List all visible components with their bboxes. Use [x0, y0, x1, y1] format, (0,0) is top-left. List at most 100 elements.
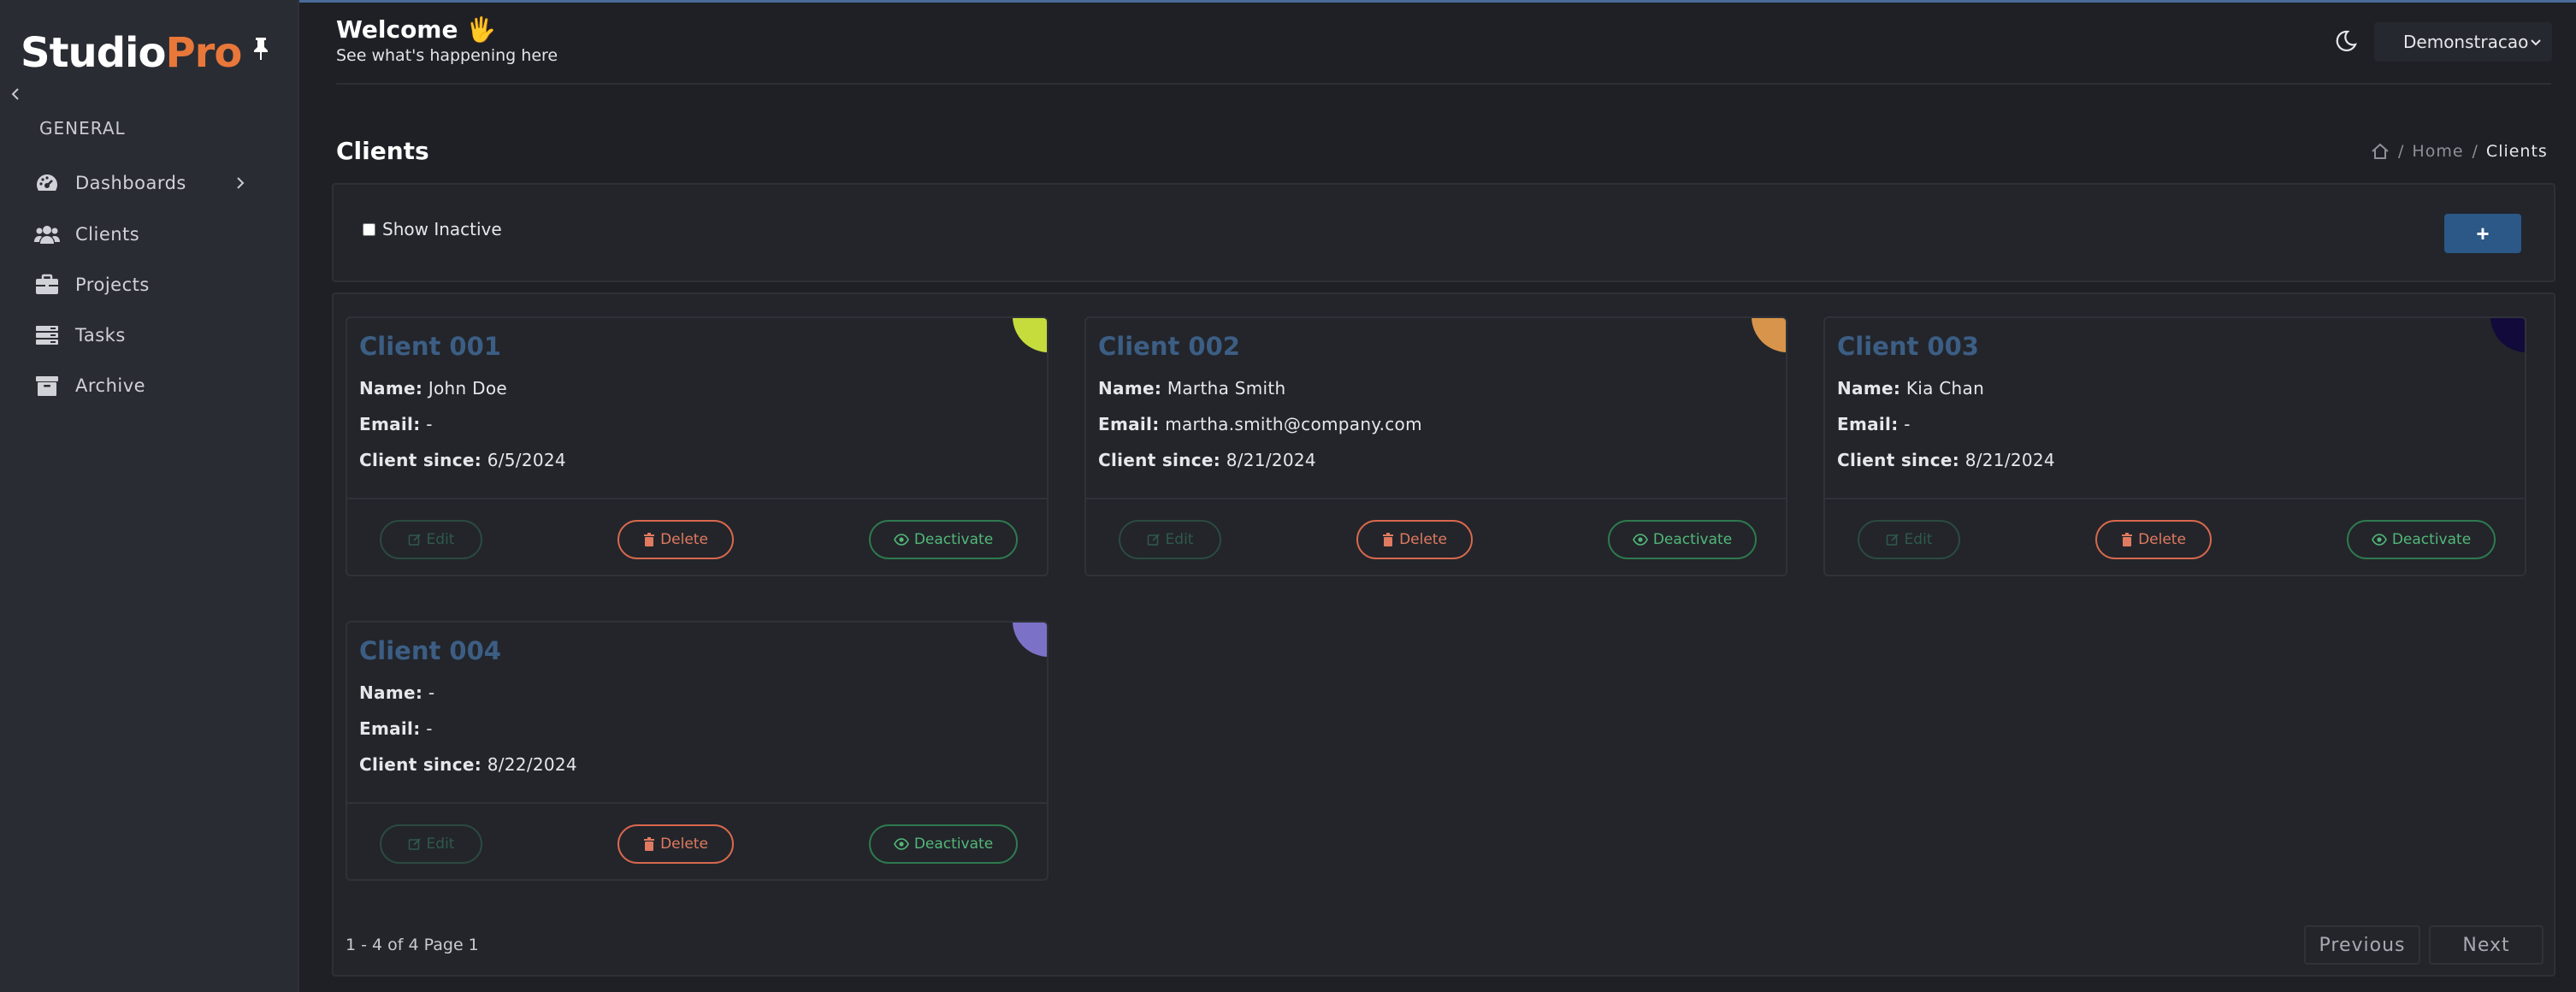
sidebar-item-dashboards[interactable]: Dashboards	[0, 159, 291, 207]
email-label: Email:	[359, 414, 421, 434]
client-email-row: Email: martha.smith@company.com	[1098, 414, 1422, 434]
eye-icon	[1632, 534, 1648, 546]
edit-button[interactable]: Edit	[1119, 520, 1221, 559]
client-email: -	[1904, 414, 1911, 434]
client-name-row: Name: Martha Smith	[1098, 378, 1286, 399]
edit-button[interactable]: Edit	[380, 520, 482, 559]
client-email: -	[426, 414, 433, 434]
delete-button[interactable]: Delete	[1356, 520, 1473, 559]
breadcrumb-home-link[interactable]: Home	[2412, 142, 2463, 161]
client-name: -	[428, 682, 435, 703]
sidebar-item-label: Dashboards	[75, 173, 186, 193]
breadcrumb: / Home / Clients	[2371, 142, 2548, 161]
client-email: martha.smith@company.com	[1165, 414, 1422, 434]
delete-label: Delete	[2138, 531, 2186, 548]
collapse-sidebar-icon[interactable]	[9, 84, 22, 104]
edit-button[interactable]: Edit	[1858, 520, 1960, 559]
header-divider	[336, 83, 2551, 85]
name-label: Name:	[359, 682, 423, 703]
delete-button[interactable]: Delete	[2095, 520, 2212, 559]
sidebar: StudioPro GENERAL Dashboards Clients Pro…	[0, 0, 299, 992]
home-icon[interactable]	[2371, 142, 2390, 161]
welcome-subtitle: See what's happening here	[336, 46, 558, 65]
name-label: Name:	[1837, 378, 1901, 399]
pagination-summary: 1 - 4 of 4 Page 1	[346, 936, 479, 954]
client-email-row: Email: -	[1837, 414, 1911, 434]
client-card: Client 004 Name: - Email: - Client since…	[346, 621, 1049, 881]
trash-icon	[1383, 533, 1394, 546]
page-title: Clients	[336, 137, 429, 165]
deactivate-button[interactable]: Deactivate	[869, 824, 1018, 864]
user-dropdown[interactable]: Demonstracao	[2374, 22, 2552, 62]
client-since-row: Client since: 6/5/2024	[359, 450, 566, 470]
deactivate-button[interactable]: Deactivate	[869, 520, 1018, 559]
since-label: Client since:	[1837, 450, 1960, 470]
card-divider	[1086, 498, 1786, 499]
deactivate-label: Deactivate	[913, 531, 994, 548]
sidebar-item-projects[interactable]: Projects	[0, 261, 291, 309]
edit-label: Edit	[1904, 531, 1933, 548]
client-since-row: Client since: 8/22/2024	[359, 754, 577, 775]
client-email-row: Email: -	[359, 718, 433, 739]
breadcrumb-separator: /	[2472, 142, 2478, 161]
client-name-row: Name: Kia Chan	[1837, 378, 1984, 399]
sidebar-item-archive[interactable]: Archive	[0, 362, 291, 410]
sidebar-item-label: Archive	[75, 375, 146, 396]
breadcrumb-current: Clients	[2485, 142, 2548, 161]
sidebar-item-clients[interactable]: Clients	[0, 210, 291, 258]
edit-label: Edit	[426, 836, 455, 853]
deactivate-label: Deactivate	[2391, 531, 2472, 548]
edit-icon	[1147, 534, 1160, 546]
client-since-row: Client since: 8/21/2024	[1098, 450, 1316, 470]
client-since-row: Client since: 8/21/2024	[1837, 450, 2055, 470]
delete-label: Delete	[660, 531, 708, 548]
card-divider	[347, 802, 1047, 804]
client-title: Client 004	[359, 636, 501, 665]
show-inactive-toggle[interactable]: Show Inactive	[363, 219, 502, 239]
deactivate-label: Deactivate	[1652, 531, 1733, 548]
chevron-down-icon	[2530, 36, 2542, 48]
deactivate-button[interactable]: Deactivate	[1608, 520, 1757, 559]
show-inactive-checkbox[interactable]	[363, 222, 375, 236]
trash-icon	[644, 533, 655, 546]
name-label: Name:	[359, 378, 423, 399]
client-title: Client 002	[1098, 332, 1240, 361]
since-label: Client since:	[359, 450, 482, 470]
client-color-badge	[1013, 318, 1047, 352]
client-name-row: Name: John Doe	[359, 378, 507, 399]
card-divider	[1825, 498, 2525, 499]
sidebar-item-label: Projects	[75, 275, 150, 295]
client-name-row: Name: -	[359, 682, 434, 703]
edit-icon	[408, 838, 421, 850]
chevron-right-icon	[233, 174, 248, 192]
since-label: Client since:	[1098, 450, 1221, 470]
client-color-badge	[2490, 318, 2525, 352]
previous-page-button[interactable]: Previous	[2304, 925, 2420, 965]
dark-mode-toggle-icon[interactable]	[2333, 29, 2357, 53]
trash-icon	[644, 837, 655, 851]
since-label: Client since:	[359, 754, 482, 775]
filter-panel: Show Inactive +	[332, 183, 2555, 282]
breadcrumb-separator: /	[2398, 142, 2404, 161]
pin-icon[interactable]	[250, 36, 272, 62]
client-color-badge	[1752, 318, 1786, 352]
delete-button[interactable]: Delete	[617, 824, 734, 864]
sidebar-item-label: Tasks	[75, 325, 126, 345]
sidebar-item-tasks[interactable]: Tasks	[0, 311, 291, 359]
edit-button[interactable]: Edit	[380, 824, 482, 864]
deactivate-button[interactable]: Deactivate	[2347, 520, 2496, 559]
app-logo[interactable]: StudioPro	[21, 29, 242, 77]
logo-pro: Pro	[165, 29, 242, 77]
client-email: -	[426, 718, 433, 739]
client-since: 8/22/2024	[487, 754, 577, 775]
client-name: John Doe	[428, 378, 507, 399]
delete-label: Delete	[1399, 531, 1447, 548]
add-client-button[interactable]: +	[2444, 214, 2521, 253]
card-divider	[347, 498, 1047, 499]
client-since: 8/21/2024	[1964, 450, 2055, 470]
logo-studio: Studio	[21, 29, 166, 77]
next-page-button[interactable]: Next	[2429, 925, 2544, 965]
delete-button[interactable]: Delete	[617, 520, 734, 559]
client-since: 6/5/2024	[487, 450, 566, 470]
top-accent-line	[0, 0, 2576, 3]
